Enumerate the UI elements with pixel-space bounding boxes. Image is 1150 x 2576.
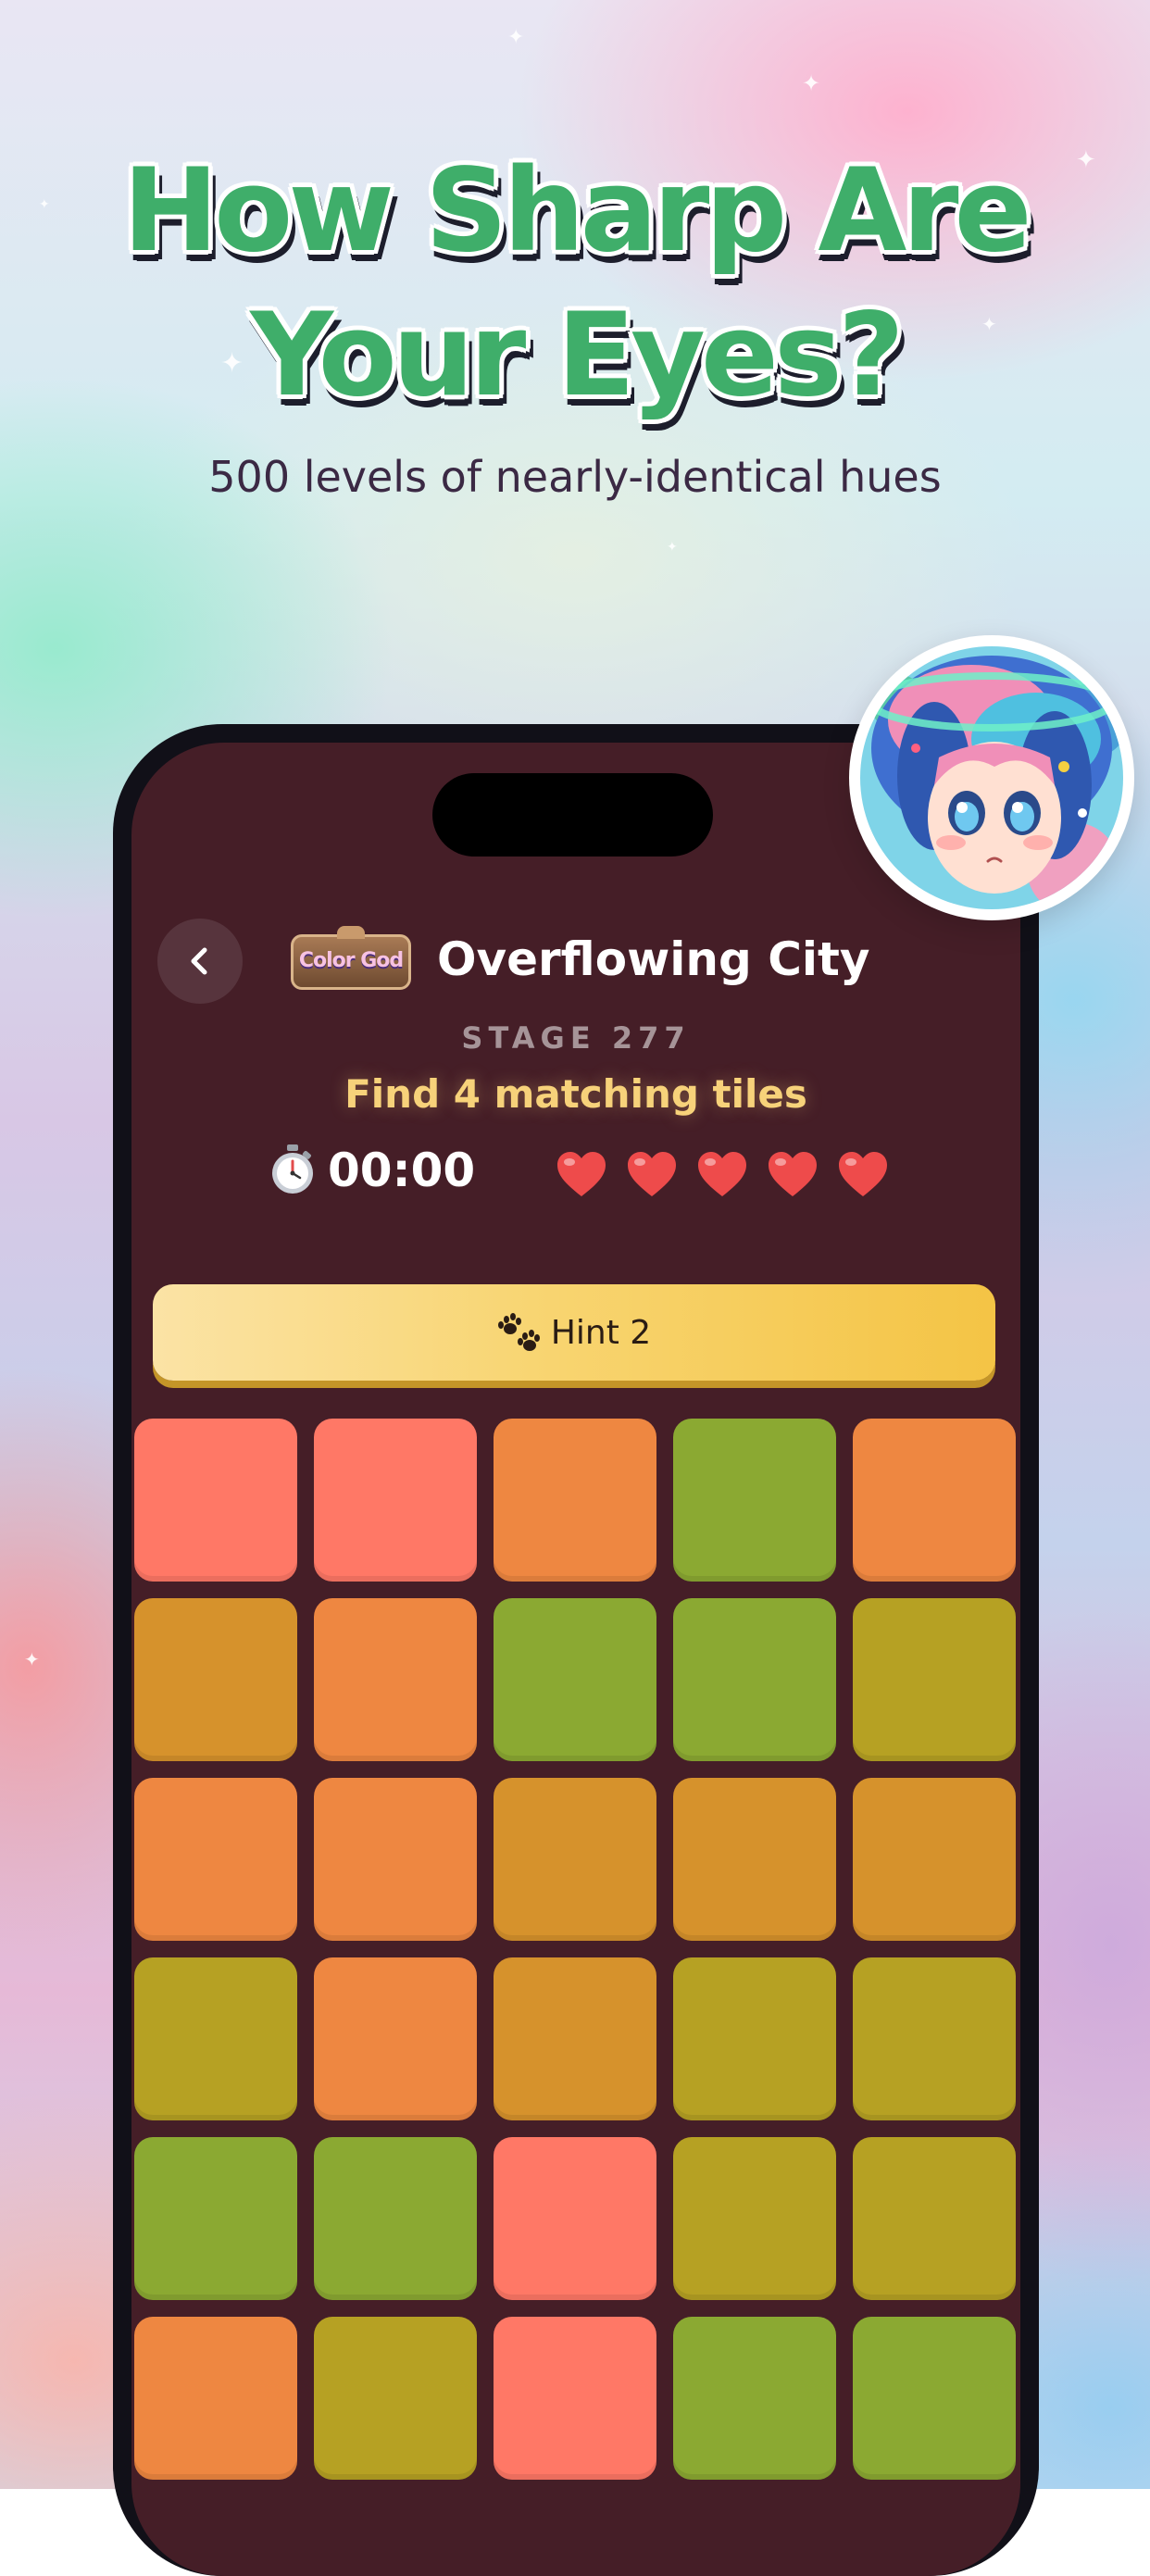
color-tile[interactable] xyxy=(314,1957,477,2120)
color-tile[interactable] xyxy=(494,2317,656,2480)
color-tile[interactable] xyxy=(494,2137,656,2300)
color-tile[interactable] xyxy=(134,2317,297,2480)
phone-frame: Color God Overflowing City STAGE 277 Fin… xyxy=(113,724,1039,2576)
color-god-logo: Color God xyxy=(291,926,411,990)
lives-hearts xyxy=(556,1150,889,1198)
color-tile[interactable] xyxy=(673,2137,836,2300)
character-avatar xyxy=(849,635,1134,920)
instruction-text: Find 4 matching tiles xyxy=(344,1071,807,1117)
game-screen: Color God Overflowing City STAGE 277 Fin… xyxy=(131,743,1020,2576)
timer-value: 00:00 xyxy=(328,1144,476,1197)
heart-icon xyxy=(557,1152,606,1196)
color-tile[interactable] xyxy=(494,1957,656,2120)
anime-girl-illustration xyxy=(860,646,1123,909)
color-tile[interactable] xyxy=(314,2137,477,2300)
chevron-left-icon xyxy=(191,947,207,975)
color-tile[interactable] xyxy=(314,1598,477,1761)
heart-icon xyxy=(839,1152,887,1196)
color-tile[interactable] xyxy=(673,1419,836,1582)
color-tile[interactable] xyxy=(853,1598,1016,1761)
color-tile[interactable] xyxy=(853,1778,1016,1941)
color-tile[interactable] xyxy=(673,1778,836,1941)
sparkle-icon: ✦ xyxy=(802,70,821,96)
tile-grid xyxy=(134,1419,1018,2480)
color-tile[interactable] xyxy=(494,1419,656,1582)
dynamic-island xyxy=(432,773,713,857)
promo-headline: How Sharp Are Your Eyes? xyxy=(0,139,1150,428)
color-tile[interactable] xyxy=(314,1778,477,1941)
back-button[interactable] xyxy=(157,919,243,1004)
color-tile[interactable] xyxy=(494,1598,656,1761)
hint-label: Hint 2 xyxy=(550,1313,652,1352)
color-tile[interactable] xyxy=(134,2137,297,2300)
sparkle-icon: ✦ xyxy=(507,26,525,49)
sparkle-icon: ✦ xyxy=(667,540,678,555)
stage-label: STAGE 277 xyxy=(461,1020,691,1056)
paw-prints-icon xyxy=(497,1313,540,1351)
color-tile[interactable] xyxy=(673,1957,836,2120)
color-tile[interactable] xyxy=(853,2317,1016,2480)
color-tile[interactable] xyxy=(673,2317,836,2480)
color-tile[interactable] xyxy=(494,1778,656,1941)
color-tile[interactable] xyxy=(673,1598,836,1761)
sparkle-icon: ✦ xyxy=(24,1648,40,1670)
color-tile[interactable] xyxy=(314,2317,477,2480)
color-tile[interactable] xyxy=(134,1778,297,1941)
color-tile[interactable] xyxy=(853,1419,1016,1582)
heart-icon xyxy=(628,1152,676,1196)
heart-icon xyxy=(698,1152,746,1196)
headline-line-1: How Sharp Are xyxy=(122,144,1031,278)
color-tile[interactable] xyxy=(134,1957,297,2120)
headline-line-2: Your Eyes? xyxy=(250,289,905,422)
color-tile[interactable] xyxy=(134,1598,297,1761)
color-tile[interactable] xyxy=(314,1419,477,1582)
hint-button[interactable]: Hint 2 xyxy=(153,1284,995,1381)
color-tile[interactable] xyxy=(853,1957,1016,2120)
promo-subtitle: 500 levels of nearly-identical hues xyxy=(208,452,942,502)
stopwatch-icon xyxy=(272,1144,313,1194)
color-tile[interactable] xyxy=(853,2137,1016,2300)
heart-icon xyxy=(769,1152,817,1196)
level-title: Overflowing City xyxy=(437,932,870,986)
color-tile[interactable] xyxy=(134,1419,297,1582)
logo-text: Color God xyxy=(298,949,404,972)
